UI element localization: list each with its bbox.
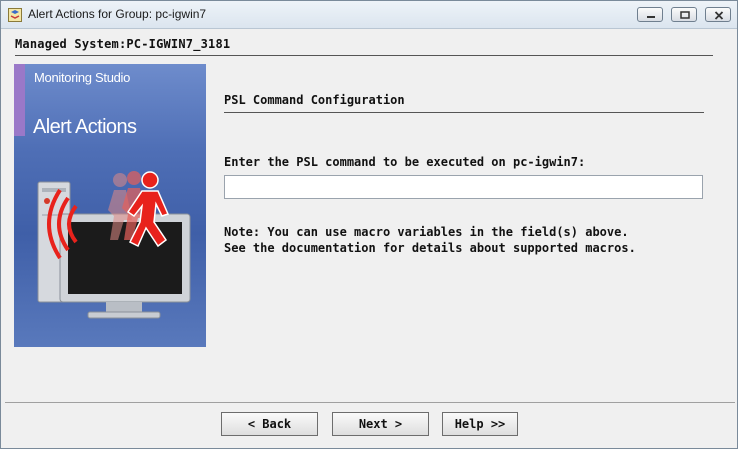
header-divider — [15, 55, 713, 56]
managed-system-label: Managed System:PC-IGWIN7_3181 — [15, 37, 231, 51]
footer-divider — [5, 402, 735, 403]
minimize-icon — [647, 16, 655, 18]
minimize-button[interactable] — [637, 7, 663, 22]
title-bar[interactable]: Alert Actions for Group: pc-igwin7 — [1, 1, 737, 29]
next-button[interactable]: Next > — [332, 412, 429, 436]
macro-note: Note: You can use macro variables in the… — [224, 224, 636, 256]
close-icon — [714, 11, 724, 20]
wizard-banner: Monitoring Studio Alert Actions — [14, 64, 206, 347]
close-button[interactable] — [705, 7, 731, 22]
help-button[interactable]: Help >> — [442, 412, 518, 436]
window-title: Alert Actions for Group: pc-igwin7 — [28, 7, 207, 21]
maximize-icon — [680, 11, 690, 19]
back-button[interactable]: < Back — [221, 412, 318, 436]
alert-person-monitor-illustration — [37, 171, 191, 319]
psl-command-input[interactable] — [224, 175, 703, 199]
dialog-window: Alert Actions for Group: pc-igwin7 Manag… — [0, 0, 738, 449]
macro-note-line-1: Note: You can use macro variables in the… — [224, 225, 629, 239]
maximize-button[interactable] — [671, 7, 697, 22]
section-divider — [224, 112, 704, 113]
section-title: PSL Command Configuration — [224, 93, 405, 107]
app-icon — [8, 7, 22, 22]
macro-note-line-2: See the documentation for details about … — [224, 241, 636, 255]
command-prompt-label: Enter the PSL command to be executed on … — [224, 155, 586, 169]
